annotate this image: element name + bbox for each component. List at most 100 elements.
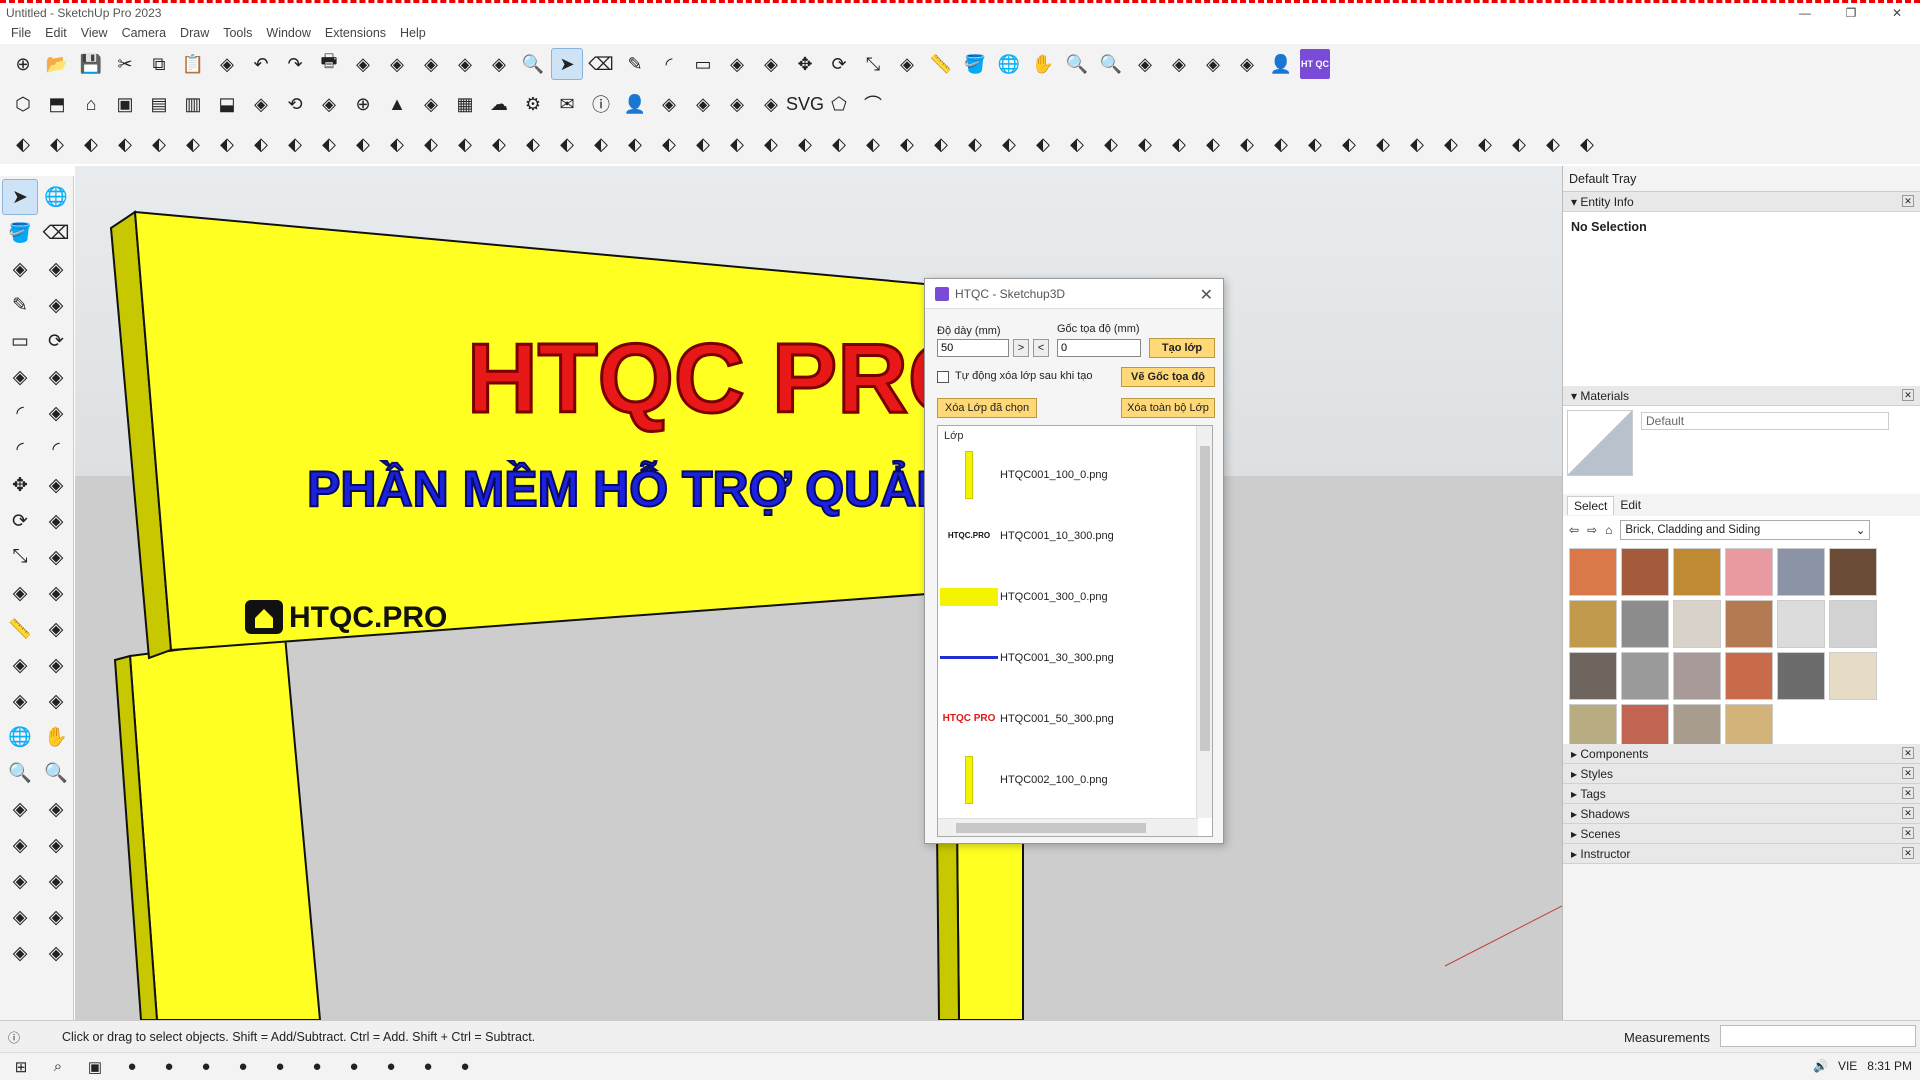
material-swatch[interactable] — [1829, 600, 1877, 648]
polygon-icon[interactable]: ◈ — [39, 360, 73, 394]
model-info-icon[interactable]: ◈ — [348, 49, 378, 79]
thickness-input[interactable] — [937, 339, 1009, 357]
line-icon[interactable]: ✎ — [620, 49, 650, 79]
htqc-d-icon[interactable]: ◈ — [484, 49, 514, 79]
close-icon[interactable]: ✕ — [1902, 767, 1914, 779]
extension-tool-icon[interactable]: ⬖ — [790, 129, 820, 159]
material-swatch[interactable] — [1569, 548, 1617, 596]
offset-icon[interactable]: ◈ — [892, 49, 922, 79]
pencil-icon[interactable]: ◈ — [39, 252, 73, 286]
arc-icon[interactable]: ◜ — [654, 49, 684, 79]
next-arrow-icon[interactable]: > — [1013, 339, 1029, 357]
layer-row[interactable]: HTQC001_100_0.png — [938, 444, 1212, 505]
extension-tool-icon[interactable]: ⬖ — [1198, 129, 1228, 159]
close-icon[interactable]: ✕ — [1902, 747, 1914, 759]
orbit2-icon[interactable]: 🌐 — [3, 720, 37, 754]
gear-icon[interactable]: ⚙ — [518, 89, 548, 119]
menu-edit[interactable]: Edit — [45, 26, 67, 40]
push-pull-icon[interactable]: ◈ — [722, 49, 752, 79]
walk-icon[interactable]: ◈ — [39, 828, 73, 862]
print-icon[interactable]: 🖶 — [314, 49, 344, 79]
material-swatch[interactable] — [1777, 548, 1825, 596]
measurements-input[interactable] — [1720, 1025, 1916, 1047]
windows-start-icon[interactable]: ⊞ — [10, 1056, 32, 1078]
tray-section-scenes[interactable]: ▸ Scenes ✕ — [1563, 824, 1920, 844]
tray-section-instructor[interactable]: ▸ Instructor ✕ — [1563, 844, 1920, 864]
info-icon[interactable]: ⓘ — [586, 89, 616, 119]
shape-icon[interactable]: ⬠ — [824, 89, 854, 119]
extension-tool-icon[interactable]: ⬖ — [518, 129, 548, 159]
delete-all-button[interactable]: Xóa toàn bộ Lớp — [1121, 398, 1215, 418]
paint-icon[interactable]: 🪣 — [3, 216, 37, 250]
close-icon[interactable]: ✕ — [1902, 827, 1914, 839]
htqc-n-icon[interactable]: ◈ — [722, 89, 752, 119]
iso-icon[interactable]: ⬡ — [8, 89, 38, 119]
axes2-icon[interactable]: ◈ — [3, 684, 37, 718]
auto-delete-checkbox[interactable] — [937, 371, 949, 383]
extension-tool-icon[interactable]: ⬖ — [1028, 129, 1058, 159]
dialog-close-icon[interactable]: ✕ — [1200, 285, 1213, 305]
material-swatch[interactable] — [1567, 410, 1633, 476]
follow-me-icon[interactable]: ◈ — [756, 49, 786, 79]
menu-help[interactable]: Help — [400, 26, 426, 40]
extension-tool-icon[interactable]: ⬖ — [212, 129, 242, 159]
material-swatch[interactable] — [1621, 548, 1669, 596]
app-icon[interactable]: ● — [269, 1056, 291, 1078]
material-swatch[interactable] — [1673, 600, 1721, 648]
htqc-f-icon[interactable]: ◈ — [1164, 49, 1194, 79]
paint-icon[interactable]: 🪣 — [960, 49, 990, 79]
extension-tool-icon[interactable]: ⬖ — [1062, 129, 1092, 159]
arc3-icon[interactable]: ◜ — [39, 432, 73, 466]
top-icon[interactable]: ⬒ — [42, 89, 72, 119]
maximize-button[interactable]: ❐ — [1828, 3, 1874, 23]
line-icon[interactable]: ✎ — [3, 288, 37, 322]
app-icon[interactable]: ● — [232, 1056, 254, 1078]
open-icon[interactable]: 📂 — [42, 49, 72, 79]
extension-tool-icon[interactable]: ⬖ — [756, 129, 786, 159]
axes-icon[interactable]: ◈ — [3, 576, 37, 610]
create-layer-button[interactable]: Tạo lớp — [1149, 338, 1215, 358]
extension-tool-icon[interactable]: ⬖ — [722, 129, 752, 159]
htqc-k-icon[interactable]: ◈ — [416, 89, 446, 119]
back-icon[interactable]: ▤ — [144, 89, 174, 119]
rectangle-icon[interactable]: ▭ — [688, 49, 718, 79]
layer-vertical-scrollbar[interactable] — [1196, 426, 1212, 818]
task-view-icon[interactable]: ▣ — [84, 1056, 106, 1078]
material-swatch[interactable] — [1725, 652, 1773, 700]
tab-edit[interactable]: Edit — [1614, 496, 1647, 514]
layer-row[interactable]: HTQC002_100_0.png — [938, 749, 1212, 810]
extension-tool-icon[interactable]: ⬖ — [1368, 129, 1398, 159]
material-swatch[interactable] — [1673, 652, 1721, 700]
menu-draw[interactable]: Draw — [180, 26, 209, 40]
extension-tool-icon[interactable]: ⬖ — [178, 129, 208, 159]
extension-tool-icon[interactable]: ⬖ — [654, 129, 684, 159]
close-button[interactable]: ✕ — [1874, 3, 1920, 23]
front-icon[interactable]: ⌂ — [76, 89, 106, 119]
htqc-l-icon[interactable]: ◈ — [654, 89, 684, 119]
zoom-window-icon[interactable]: 🔍 — [1062, 49, 1092, 79]
account-icon[interactable]: 👤 — [1266, 49, 1296, 79]
app-icon[interactable]: ● — [121, 1056, 143, 1078]
htqc-c-icon[interactable]: ◈ — [3, 936, 37, 970]
tray-section-tags[interactable]: ▸ Tags ✕ — [1563, 784, 1920, 804]
extension-tool-icon[interactable]: ⬖ — [1470, 129, 1500, 159]
zoom-icon[interactable]: 🔍 — [3, 756, 37, 790]
extension-tool-icon[interactable]: ⬖ — [42, 129, 72, 159]
offset-icon[interactable]: ◈ — [39, 540, 73, 574]
scale-icon[interactable]: ⤡ — [858, 49, 888, 79]
orbit-icon[interactable]: 🌐 — [994, 49, 1024, 79]
position-icon[interactable]: ◈ — [3, 828, 37, 862]
prev-icon[interactable]: ◈ — [39, 792, 73, 826]
extension-tool-icon[interactable]: ⬖ — [586, 129, 616, 159]
minimize-button[interactable]: — — [1782, 3, 1828, 23]
forward-arrow-icon[interactable]: ⇨ — [1587, 523, 1597, 537]
move-icon[interactable]: ✥ — [3, 468, 37, 502]
protractor-icon[interactable]: ◈ — [3, 648, 37, 682]
lookaround-icon[interactable]: ◈ — [3, 864, 37, 898]
extension-tool-icon[interactable]: ⬖ — [314, 129, 344, 159]
extension-tool-icon[interactable]: ⬖ — [620, 129, 650, 159]
scale-icon[interactable]: ⤡ — [3, 540, 37, 574]
tray-section-styles[interactable]: ▸ Styles ✕ — [1563, 764, 1920, 784]
extension-tool-icon[interactable]: ⬖ — [824, 129, 854, 159]
rectangle-icon[interactable]: ▭ — [3, 324, 37, 358]
